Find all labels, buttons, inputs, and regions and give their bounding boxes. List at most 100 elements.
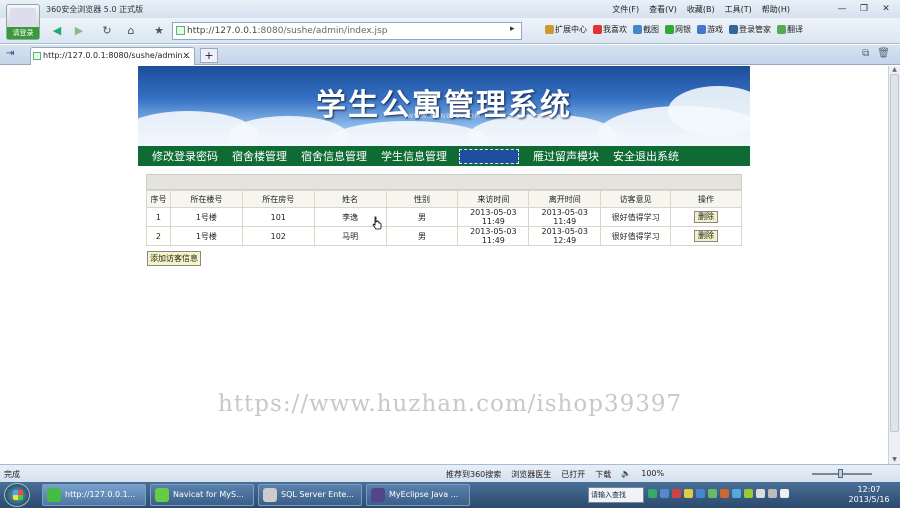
minimize-icon[interactable]: — xyxy=(832,2,852,16)
clock[interactable]: 12:07 2013/5/16 xyxy=(846,485,892,505)
scroll-down-icon[interactable]: ▼ xyxy=(889,456,900,464)
menu-visitor-management[interactable]: 来访人员管理 xyxy=(459,148,520,164)
scroll-up-icon[interactable]: ▲ xyxy=(889,66,900,74)
cloud-decoration xyxy=(328,121,488,146)
toolbar-login[interactable]: 登录管家 xyxy=(729,24,771,35)
tray-icon[interactable] xyxy=(684,489,693,498)
menu-change-password[interactable]: 修改登录密码 xyxy=(152,148,218,164)
scroll-thumb[interactable] xyxy=(890,74,899,432)
cell-room: 102 xyxy=(241,226,315,246)
menu-file[interactable]: 文件(F) xyxy=(612,4,639,15)
address-host: http://127.0.0.1: xyxy=(187,26,261,36)
translate-icon xyxy=(777,25,786,34)
visitor-grid: 序号 所在楼号 所在房号 姓名 性别 来访时间 离开时间 访客意见 操作 1 1 xyxy=(146,190,742,246)
zoom-level[interactable]: 100% xyxy=(641,469,664,480)
browser-titlebar: 360安全浏览器 5.0 正式版 文件(F) 查看(V) 收藏(B) 工具(T)… xyxy=(0,0,900,18)
tab-bar: ⇥ http://127.0.0.1:8080/sushe/admin... ×… xyxy=(0,45,900,65)
toolbar-screenshot[interactable]: 截图 xyxy=(633,24,659,35)
clock-time: 12:07 xyxy=(857,485,881,494)
menu-logout[interactable]: 安全退出系统 xyxy=(613,148,679,164)
toolbar-like[interactable]: 我喜欢 xyxy=(593,24,627,35)
back-icon[interactable]: ◀ xyxy=(46,22,68,40)
task-navicat[interactable]: Navicat for MyS... xyxy=(150,484,254,506)
menu-help[interactable]: 帮助(H) xyxy=(762,4,790,15)
delete-button[interactable]: 删除 xyxy=(694,211,719,223)
tray-icon[interactable] xyxy=(744,489,753,498)
start-button[interactable] xyxy=(4,483,30,507)
task-sqlserver[interactable]: SQL Server Ente... xyxy=(258,484,362,506)
toolbar-extensions[interactable]: 扩展中心 xyxy=(545,24,587,35)
avatar xyxy=(10,8,36,28)
restore-icon[interactable]: ❐ xyxy=(854,2,874,16)
tab-close-icon[interactable]: × xyxy=(182,48,190,64)
menu-message-board[interactable]: 雁过留声模块 xyxy=(533,148,599,164)
address-bar[interactable]: http://127.0.0.1:8080/sushe/admin/index.… xyxy=(172,22,522,40)
screen: 360安全浏览器 5.0 正式版 文件(F) 查看(V) 收藏(B) 工具(T)… xyxy=(0,0,900,508)
new-tab-button[interactable]: + xyxy=(200,48,218,63)
star-icon[interactable]: ★ xyxy=(148,22,170,40)
zoom-slider-handle[interactable] xyxy=(838,469,843,478)
home-icon[interactable]: ⌂ xyxy=(120,22,142,40)
status-browser-doctor[interactable]: 浏览器医生 xyxy=(511,469,551,480)
speaker-icon[interactable]: 🔈 xyxy=(621,469,631,480)
tray-icon[interactable] xyxy=(648,489,657,498)
tray-icon[interactable] xyxy=(732,489,741,498)
table-caption-bar xyxy=(146,174,742,190)
toolbar-translate[interactable]: 翻译 xyxy=(777,24,803,35)
vertical-scrollbar[interactable]: ▲ ▼ xyxy=(888,66,900,464)
col-header: 性别 xyxy=(385,190,459,208)
tab-current[interactable]: http://127.0.0.1:8080/sushe/admin... × xyxy=(30,47,195,65)
game-icon xyxy=(697,25,706,34)
menu-view[interactable]: 查看(V) xyxy=(649,4,677,15)
menu-tools[interactable]: 工具(T) xyxy=(725,4,752,15)
tray-icon[interactable] xyxy=(708,489,717,498)
network-icon[interactable] xyxy=(768,489,777,498)
trash-icon[interactable]: 🗑 xyxy=(877,48,890,59)
tray-icon[interactable] xyxy=(672,489,681,498)
toolbar-bank[interactable]: 网银 xyxy=(665,24,691,35)
col-header: 访客意见 xyxy=(600,190,672,208)
volume-icon[interactable] xyxy=(780,489,789,498)
tray-icon[interactable] xyxy=(756,489,765,498)
tray-icon[interactable] xyxy=(696,489,705,498)
col-header: 所在楼号 xyxy=(169,190,243,208)
delete-button[interactable]: 删除 xyxy=(694,230,719,242)
sqlserver-icon xyxy=(263,488,277,502)
tab-title: http://127.0.0.1:8080/sushe/admin... xyxy=(43,51,191,60)
go-icon[interactable]: ▸ xyxy=(510,24,515,34)
window-list-icon[interactable]: ⧉ xyxy=(862,48,869,59)
add-visitor-button[interactable]: 添加访客信息 xyxy=(147,251,201,266)
close-icon[interactable]: ✕ xyxy=(876,2,896,16)
tray-icon[interactable] xyxy=(720,489,729,498)
windows-logo-icon xyxy=(13,490,23,500)
tray-icon[interactable] xyxy=(660,489,669,498)
toolbar-games[interactable]: 游戏 xyxy=(697,24,723,35)
myeclipse-icon xyxy=(371,488,385,502)
status-search-recommend[interactable]: 推荐到360搜索 xyxy=(446,469,501,480)
address-path: 8080/sushe/admin/index.jsp xyxy=(260,26,388,36)
visitor-table: 序号 所在楼号 所在房号 姓名 性别 来访时间 离开时间 访客意见 操作 1 1 xyxy=(146,174,742,246)
menu-student-info[interactable]: 学生信息管理 xyxy=(381,148,447,164)
menu-favorites[interactable]: 收藏(B) xyxy=(687,4,715,15)
menu-dorm-buildings[interactable]: 宿舍楼管理 xyxy=(232,148,287,164)
search-input[interactable]: 请输入查找 xyxy=(588,487,644,503)
forward-icon[interactable]: ▶ xyxy=(68,22,90,40)
task-myeclipse[interactable]: MyEclipse Java ... xyxy=(366,484,470,506)
cell-building: 1号楼 xyxy=(169,207,243,227)
status-opened[interactable]: 已打开 xyxy=(561,469,585,480)
site-url: WWW.SGNBYU.COM xyxy=(407,113,481,120)
cell-leave-time: 2013-05-03 12:49 xyxy=(528,226,602,246)
menu-dorm-info[interactable]: 宿舍信息管理 xyxy=(301,148,367,164)
task-browser[interactable]: http://127.0.0.1... xyxy=(42,484,146,506)
status-download[interactable]: 下载 xyxy=(595,469,611,480)
browser-logo[interactable]: 请登录 xyxy=(6,4,40,40)
cell-gender: 男 xyxy=(385,226,459,246)
task-label: Navicat for MyS... xyxy=(173,490,244,499)
col-header: 离开时间 xyxy=(528,190,602,208)
status-tools: 推荐到360搜索 浏览器医生 已打开 下载 🔈 100% xyxy=(446,469,664,480)
cell-index: 2 xyxy=(146,226,171,246)
system-tray xyxy=(648,489,789,498)
sidebar-toggle-icon[interactable]: ⇥ xyxy=(6,48,14,59)
refresh-icon[interactable]: ↻ xyxy=(96,22,118,40)
cell-room: 101 xyxy=(241,207,315,227)
